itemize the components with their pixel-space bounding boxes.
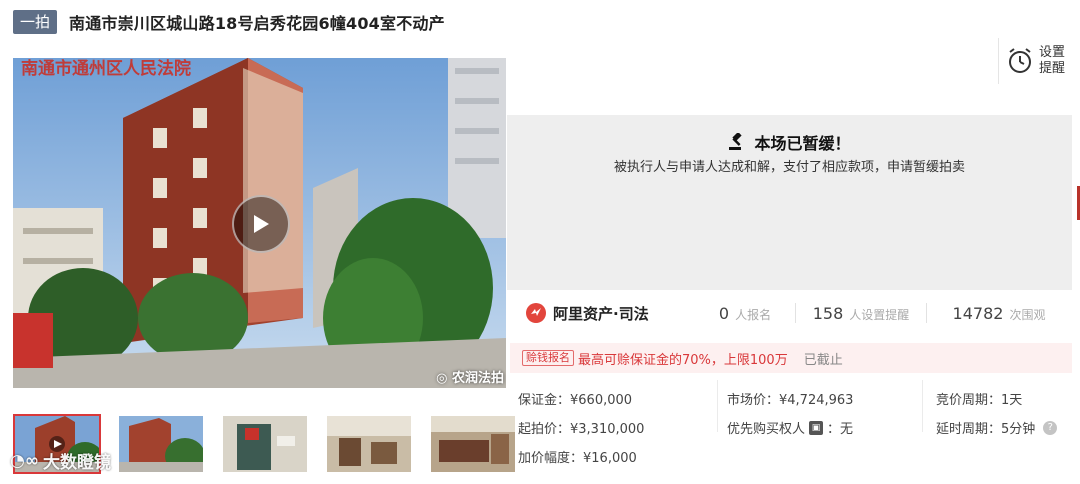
video-play-button[interactable] (232, 195, 290, 253)
stat-registrations: 0 人报名 (695, 304, 795, 323)
notice-tag: 赊钱报名 (522, 350, 574, 366)
thumbnail-4[interactable] (325, 414, 413, 474)
auction-info-grid: 保证金：¥660,000 市场价：¥4,724,963 竞价周期：1天 起拍价：… (518, 385, 1072, 472)
priority-info-icon[interactable]: ▣ (809, 420, 824, 435)
stat-views: 14782 次围观 (927, 304, 1071, 323)
notice-text: 最高可赊保证金的70%，上限100万 (578, 352, 788, 368)
thumbnail-4-image (327, 416, 411, 472)
title-bar: 一拍 南通市崇川区城山路18号启秀花园6幢404室不动产 (13, 9, 445, 35)
brand-name: 阿里资产·司法 (553, 304, 649, 323)
stat-reminders-label: 人设置提醒 (849, 307, 910, 322)
brand: 阿里资产·司法 (525, 302, 695, 324)
thumbnail-3-image (223, 416, 307, 472)
image-watermark-text: 农润法拍 (451, 371, 504, 386)
auction-status-panel: 本场已暂缓！ 被执行人与申请人达成和解，支付了相应款项，申请暂缓拍卖 (507, 115, 1072, 290)
thumbnail-5[interactable] (429, 414, 517, 474)
stat-registrations-label: 人报名 (735, 307, 772, 322)
extension-period: 延时周期：5分钟 ? (936, 418, 1058, 437)
status-description: 被执行人与申请人达成和解，支付了相应款项，申请暂缓拍卖 (613, 160, 965, 175)
priority-buyer: 优先购买权人 ▣ ：无 (727, 418, 853, 437)
gavel-icon (729, 133, 743, 150)
page-watermark: ◔∞ 大数瞪镜 (10, 448, 111, 474)
notice-status: 已截止 (803, 352, 843, 368)
bid-period: 竞价周期：1天 (936, 393, 1023, 408)
image-overlay-text: 南通市通州区人民法院 (21, 59, 191, 79)
image-watermark: ◎ 农润法拍 (436, 371, 504, 386)
alarm-clock-icon (1009, 48, 1031, 73)
help-icon[interactable]: ? (1043, 420, 1058, 435)
stat-views-label: 次围观 (1009, 307, 1046, 322)
auction-round-badge: 一拍 (13, 10, 58, 34)
page-watermark-text: 大数瞪镜 (43, 453, 111, 473)
start-price: 起拍价：¥3,310,000 (518, 422, 645, 437)
play-icon (254, 215, 269, 233)
status-title: 本场已暂缓！ (754, 134, 851, 153)
info-row: 保证金：¥660,000 市场价：¥4,724,963 竞价周期：1天 (518, 385, 1072, 414)
stat-reminders: 158 人设置提醒 (796, 304, 926, 323)
info-row: 起拍价：¥3,310,000 优先购买权人 ▣ ：无 延时周期：5分钟 ? (518, 414, 1072, 443)
page-title: 南通市崇川区城山路18号启秀花园6幢404室不动产 (69, 14, 445, 33)
set-reminder-button[interactable]: 设置提醒 (998, 38, 1080, 84)
stat-reminders-value: 158 (812, 303, 844, 323)
main-property-image[interactable]: 南通市通州区人民法院 ◎ 农润法拍 (13, 58, 506, 388)
extension-period-text: 延时周期：5分钟 (936, 422, 1036, 437)
stat-registrations-value: 0 (718, 303, 730, 323)
status-title-row: 本场已暂缓！ (507, 130, 1072, 154)
thumbnail-2-image (119, 416, 203, 472)
stats-row: 阿里资产·司法 0 人报名 158 人设置提醒 14782 次围观 (525, 298, 1072, 328)
thumbnail-5-image (431, 416, 515, 472)
priority-buyer-label: 优先购买权人 (727, 422, 806, 437)
deposit-loan-notice: 赊钱报名 最高可赊保证金的70%，上限100万 已截止 (510, 343, 1072, 373)
priority-buyer-value: ：无 (827, 422, 854, 437)
market-price: 市场价：¥4,724,963 (727, 393, 854, 408)
deposit: 保证金：¥660,000 (518, 393, 633, 408)
bid-increment: 加价幅度：¥16,000 (518, 451, 637, 466)
stat-views-value: 14782 (952, 303, 1004, 323)
thumbnail-3[interactable] (221, 414, 309, 474)
thumbnail-2[interactable] (117, 414, 205, 474)
watermark-logo-icon: ◔∞ (10, 450, 39, 471)
info-row: 加价幅度：¥16,000 (518, 443, 1072, 472)
reminder-label: 设置提醒 (1039, 45, 1066, 76)
ali-brand-logo (526, 303, 546, 323)
